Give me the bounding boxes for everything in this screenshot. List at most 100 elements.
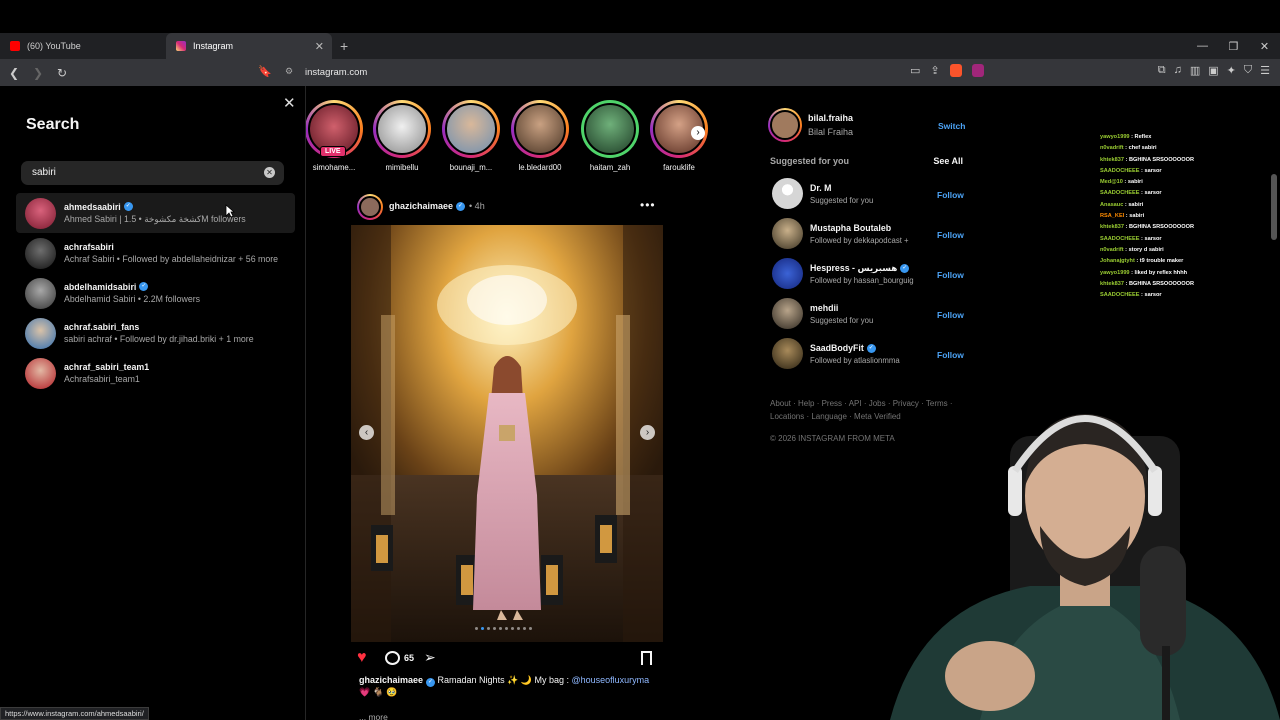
search-result[interactable]: ahmedsaabiri ✓ Ahmed Sabiri | 1.5 • كشخة … [16, 193, 295, 233]
tab-youtube[interactable]: (60) YouTube [0, 33, 166, 59]
carousel-prev-icon[interactable]: ‹ [359, 425, 374, 440]
switch-account-button[interactable]: Switch [938, 121, 965, 131]
suggestion-username[interactable]: Hespress - هسبريس ✓ [810, 263, 910, 274]
verified-icon: ✓ [900, 264, 910, 273]
chat-message: yawyo1999 : Reflex [1100, 134, 1152, 140]
brave-rewards-icon[interactable] [971, 64, 984, 77]
avatar[interactable] [772, 258, 803, 289]
chat-message: yawyo1999 : liked by reflex hhhh [1100, 269, 1188, 276]
stories-next-icon[interactable]: › [691, 126, 705, 140]
caption-emoji: 💗 🐐 🥹 [359, 687, 398, 697]
forward-icon[interactable]: ❯ [28, 66, 48, 80]
caption-text: Ramadan Nights ✨ 🌙 My bag : [435, 675, 572, 685]
current-username[interactable]: bilal.fraiha [808, 113, 853, 123]
url-text[interactable]: instagram.com [305, 67, 367, 78]
story-item[interactable]: haitam_zah [580, 100, 640, 172]
see-all-button[interactable]: See All [933, 156, 963, 166]
caption-mention-link[interactable]: @houseofluxuryma [572, 675, 650, 685]
vpn-icon[interactable]: ⛉ [1244, 64, 1252, 77]
follow-button[interactable]: Follow [937, 190, 964, 200]
stream-chat-overlay: yawyo1999 : Reflex n0vadrift : chef sabi… [1096, 132, 1216, 322]
search-result[interactable]: abdelhamidsabiri ✓ Abdelhamid Sabiri • 2.… [16, 273, 295, 313]
suggestion-username[interactable]: Dr. M [810, 183, 832, 193]
suggestion-item: Hespress - هسبريس ✓ Followed by hassan_bo… [772, 254, 964, 294]
avatar[interactable] [772, 178, 803, 209]
suggestion-username[interactable]: SaadBodyFit ✓ [810, 343, 876, 353]
avatar[interactable] [357, 194, 383, 220]
avatar[interactable] [772, 218, 803, 249]
close-tab-icon[interactable]: ✕ [315, 40, 324, 53]
share-icon[interactable]: ⇪ [930, 64, 939, 77]
webcam-overlay [830, 376, 1280, 720]
story-item[interactable]: bounaji_m... [441, 100, 501, 172]
suggestion-username[interactable]: Mustapha Boutaleb [810, 223, 891, 233]
brave-shields-icon[interactable] [949, 64, 962, 77]
chat-message: SAADOCHEEE : sarsor [1100, 190, 1162, 197]
suggestion-username[interactable]: mehdii [810, 303, 838, 313]
chat-message: n0vadrift : story d sabiri [1100, 246, 1164, 253]
leo-icon[interactable]: ✦ [1227, 64, 1236, 77]
post-time: • 4h [469, 201, 485, 211]
share-icon[interactable]: ➢ [424, 649, 436, 666]
search-results: ahmedsaabiri ✓ Ahmed Sabiri | 1.5 • كشخة … [16, 193, 295, 393]
chat-message: Anasauc : sabiri [1100, 201, 1144, 208]
search-box: ✕ [21, 161, 284, 185]
story-item[interactable]: LIVE simohame... [306, 100, 364, 172]
page-scrollbar[interactable] [1271, 174, 1277, 240]
search-result[interactable]: achraf_sabiri_team1 Achrafsabiri_team1 [16, 353, 295, 393]
follow-button[interactable]: Follow [937, 230, 964, 240]
top-bar [0, 0, 1280, 33]
carousel-next-icon[interactable]: › [640, 425, 655, 440]
caption-more-link[interactable]: ... more [359, 712, 388, 720]
result-username: achrafsabiri [64, 241, 114, 252]
current-user: bilal.fraiha Bilal Fraiha Switch [768, 108, 965, 144]
caption-username[interactable]: ghazichaimaee [359, 675, 423, 685]
story-item[interactable]: le.bledard00 [510, 100, 570, 172]
search-input[interactable] [32, 167, 252, 178]
screenshot-icon[interactable]: ⧉ [1158, 64, 1166, 77]
close-window-icon[interactable]: ✕ [1249, 40, 1280, 53]
chat-message: khtek837 : BGHINA SRSOOOOOOR [1100, 280, 1194, 287]
avatar[interactable] [768, 108, 802, 142]
more-options-icon[interactable]: ••• [640, 198, 656, 212]
follow-button[interactable]: Follow [937, 310, 964, 320]
post-image[interactable]: ‹ › [351, 225, 663, 642]
save-bookmark-icon[interactable] [641, 651, 652, 665]
new-tab-icon[interactable]: + [340, 38, 348, 54]
bookmark-icon[interactable]: 🔖 [258, 65, 272, 78]
back-icon[interactable]: ❮ [4, 66, 24, 80]
avatar[interactable] [772, 338, 803, 369]
avatar[interactable] [772, 298, 803, 329]
follow-button[interactable]: Follow [937, 350, 964, 360]
minimize-icon[interactable]: — [1187, 40, 1218, 52]
verified-icon: ✓ [426, 678, 436, 687]
reload-icon[interactable]: ↻ [52, 66, 72, 80]
close-search-icon[interactable]: ✕ [283, 94, 296, 112]
search-result[interactable]: achraf.sabiri_fans sabiri achraf • Follo… [16, 313, 295, 353]
tab-instagram[interactable]: Instagram ✕ [166, 33, 332, 59]
clear-search-icon[interactable]: ✕ [264, 167, 275, 178]
search-result[interactable]: achrafsabiri Achraf Sabiri • Followed by… [16, 233, 295, 273]
window-controls: — ❐ ✕ [1187, 33, 1280, 59]
maximize-icon[interactable]: ❐ [1218, 40, 1249, 53]
music-icon[interactable]: ♫ [1174, 64, 1182, 77]
menu-icon[interactable]: ☰ [1260, 64, 1270, 77]
comment-icon[interactable] [385, 651, 400, 665]
wallet-icon[interactable]: ▣ [1208, 64, 1218, 77]
sidebar-icon[interactable]: ▥ [1190, 64, 1200, 77]
story-name: simohame... [312, 163, 356, 172]
result-subtitle: Achraf Sabiri • Followed by abdellaheidn… [64, 253, 279, 264]
story-item[interactable]: mimibellu [372, 100, 432, 172]
post-username[interactable]: ghazichaimaee ✓ • 4h [389, 201, 485, 211]
result-subtitle: Ahmed Sabiri | 1.5 • كشخة مكشوخةM follow… [64, 213, 246, 224]
cast-icon[interactable]: ▭ [910, 64, 920, 77]
follow-button[interactable]: Follow [937, 270, 964, 280]
chat-message: khtek837 : BGHINA SRSOOOOOOR [1100, 156, 1194, 163]
site-info-icon[interactable]: ⚙ [285, 66, 293, 77]
result-username: ahmedsaabiri ✓ [64, 201, 133, 212]
story-name: farouklife [663, 163, 695, 172]
like-heart-icon[interactable]: ♥ [357, 649, 367, 667]
suggestion-item: Dr. M Suggested for you Follow [772, 174, 964, 214]
suggestion-item: Mustapha Boutaleb Followed by dekkapodca… [772, 214, 964, 254]
suggestion-item: mehdii Suggested for you Follow [772, 294, 964, 334]
